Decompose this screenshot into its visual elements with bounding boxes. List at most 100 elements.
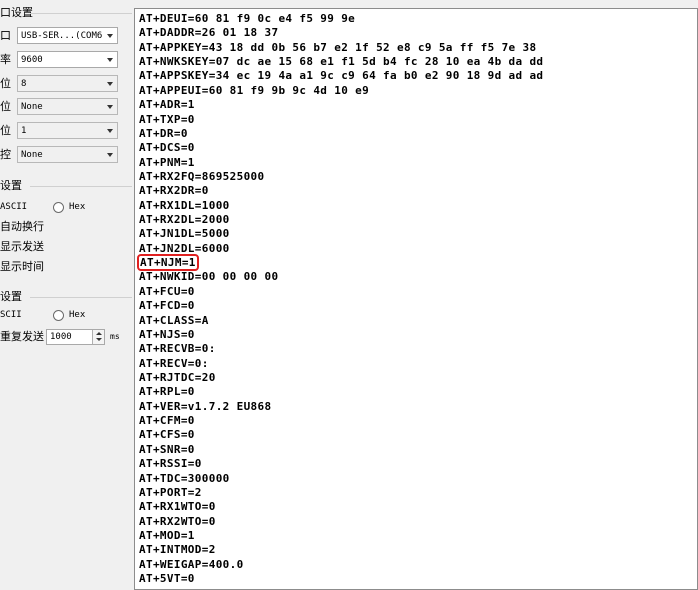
group-divider	[30, 297, 132, 298]
output-line: AT+NWKID=00 00 00 00	[139, 270, 543, 284]
spin-buttons[interactable]	[92, 330, 104, 344]
group-divider	[30, 13, 132, 14]
send-settings-title: 设置	[0, 290, 22, 303]
output-text: AT+RX2DL=2000	[139, 213, 230, 227]
baud-rate-select[interactable]: 9600	[17, 51, 118, 68]
output-line: AT+VER=v1.7.2 EU868	[139, 400, 543, 414]
output-line: AT+RX2DR=0	[139, 184, 543, 198]
chevron-down-icon[interactable]	[107, 153, 113, 157]
output-line: AT+WEIGAP=400.0	[139, 558, 543, 572]
output-text: AT+CLASS=A	[139, 313, 209, 327]
output-line: AT+INTMOD=2	[139, 543, 543, 557]
output-text: AT+INTMOD=2	[139, 543, 216, 557]
output-line: AT+RX2FQ=869525000	[139, 170, 543, 184]
repeat-interval-spinbox[interactable]: 1000	[46, 329, 105, 345]
output-text: AT+ADR=1	[139, 98, 195, 112]
output-line: AT+RECV=0:	[139, 357, 543, 371]
receive-output-area[interactable]: AT+DEUI=60 81 f9 0c e4 f5 99 9e AT+DADDR=…	[134, 8, 698, 590]
word-wrap-option[interactable]: 自动换行	[0, 220, 44, 234]
show-sent-option[interactable]: 显示发送	[0, 240, 44, 254]
send-hex-label[interactable]: Hex	[69, 309, 85, 322]
output-line: AT+NJM=1	[137, 254, 543, 272]
data-bits-value: 8	[21, 79, 27, 89]
output-text: AT+5VT=0	[139, 572, 195, 586]
chevron-down-icon[interactable]	[107, 58, 113, 62]
output-line: AT+JN2DL=6000	[139, 242, 543, 256]
output-line: AT+DR=0	[139, 127, 543, 141]
spin-up-icon[interactable]	[96, 332, 102, 335]
output-line: AT+PORT=2	[139, 486, 543, 500]
data-bits-select[interactable]: 8	[17, 75, 118, 92]
output-text: AT+FCD=0	[139, 299, 195, 313]
chevron-down-icon[interactable]	[107, 105, 113, 109]
port-select[interactable]: USB-SER...(COM6	[17, 27, 118, 44]
stop-bits-select[interactable]: 1	[17, 122, 118, 139]
output-line: AT+RPL=0	[139, 385, 543, 399]
output-text: AT+WEIGAP=400.0	[139, 557, 244, 571]
output-text: AT+RECVB=0:	[139, 342, 216, 356]
output-line: AT+CLASS=A	[139, 314, 543, 328]
output-text: AT+NJS=0	[139, 327, 195, 341]
output-text: AT+DCS=0	[139, 141, 195, 155]
highlighted-output-text: AT+NJM=1	[137, 254, 199, 272]
output-text: AT+RSSI=0	[139, 457, 202, 471]
output-text: AT+APPSKEY=34 ec 19 4a a1 9c c9 64 fa b0…	[139, 69, 544, 83]
receive-settings-title: 设置	[0, 179, 22, 192]
repeat-send-option[interactable]: 重复发送	[0, 330, 44, 344]
send-hex-radio[interactable]	[53, 310, 64, 321]
output-line: AT+DADDR=26 01 18 37	[139, 26, 543, 40]
output-text: AT+TXP=0	[139, 112, 195, 126]
chevron-down-icon[interactable]	[107, 34, 113, 38]
parity-label: 位	[0, 100, 11, 113]
output-text: AT+CFM=0	[139, 414, 195, 428]
chevron-down-icon[interactable]	[107, 82, 113, 86]
send-ascii-label[interactable]: SCII	[0, 309, 22, 322]
receive-hex-label[interactable]: Hex	[69, 201, 85, 214]
output-line: AT+NWKSKEY=07 dc ae 15 68 e1 f1 5d b4 fc…	[139, 55, 543, 69]
output-line: AT+RJTDC=20	[139, 371, 543, 385]
output-line: AT+CFM=0	[139, 414, 543, 428]
flow-control-select[interactable]: None	[17, 146, 118, 163]
output-text: AT+DR=0	[139, 126, 188, 140]
interval-unit: ms	[110, 332, 120, 341]
stop-bits-label: 位	[0, 124, 11, 137]
output-line: AT+SNR=0	[139, 443, 543, 457]
output-text: AT+FCU=0	[139, 284, 195, 298]
output-text: AT+NWKID=00 00 00 00	[139, 270, 279, 284]
output-text: AT+RX1DL=1000	[139, 198, 230, 212]
output-text: AT+RECV=0:	[139, 356, 209, 370]
output-line: AT+FCD=0	[139, 299, 543, 313]
output-line: AT+RX1WTO=0	[139, 500, 543, 514]
output-text: AT+JN2DL=6000	[139, 241, 230, 255]
output-line: AT+RX2WTO=0	[139, 515, 543, 529]
output-text: AT+RX2FQ=869525000	[139, 169, 265, 183]
flow-control-value: None	[21, 150, 43, 160]
receive-ascii-label[interactable]: ASCII	[0, 201, 27, 214]
data-bits-label: 位	[0, 77, 11, 90]
settings-panel: 口设置 口 USB-SER...(COM6 率 9600 位 8 位 None …	[0, 0, 132, 590]
output-text: AT+PNM=1	[139, 155, 195, 169]
output-text: AT+JN1DL=5000	[139, 227, 230, 241]
receive-hex-radio[interactable]	[53, 202, 64, 213]
output-line: AT+APPEUI=60 81 f9 9b 9c 4d 10 e9	[139, 84, 543, 98]
show-time-option[interactable]: 显示时间	[0, 260, 44, 274]
output-text: AT+RX1WTO=0	[139, 500, 216, 514]
parity-select[interactable]: None	[17, 98, 118, 115]
port-settings-title: 口设置	[0, 6, 33, 19]
output-text: AT+TDC=300000	[139, 471, 230, 485]
group-divider	[30, 186, 132, 187]
output-line: AT+DCS=0	[139, 141, 543, 155]
output-text: AT+APPEUI=60 81 f9 9b 9c 4d 10 e9	[139, 83, 370, 97]
output-line: AT+FCU=0	[139, 285, 543, 299]
output-line: AT+NJS=0	[139, 328, 543, 342]
output-text: AT+PORT=2	[139, 485, 202, 499]
flow-control-label: 控	[0, 148, 11, 161]
output-line: AT+RECVB=0:	[139, 342, 543, 356]
chevron-down-icon[interactable]	[107, 129, 113, 133]
port-select-value: USB-SER...(COM6	[21, 31, 103, 41]
output-line: AT+TXP=0	[139, 113, 543, 127]
spin-down-icon[interactable]	[96, 338, 102, 341]
output-line: AT+RX1DL=1000	[139, 199, 543, 213]
baud-rate-value: 9600	[21, 55, 43, 65]
output-text: AT+DEUI=60 81 f9 0c e4 f5 99 9e	[139, 12, 356, 25]
